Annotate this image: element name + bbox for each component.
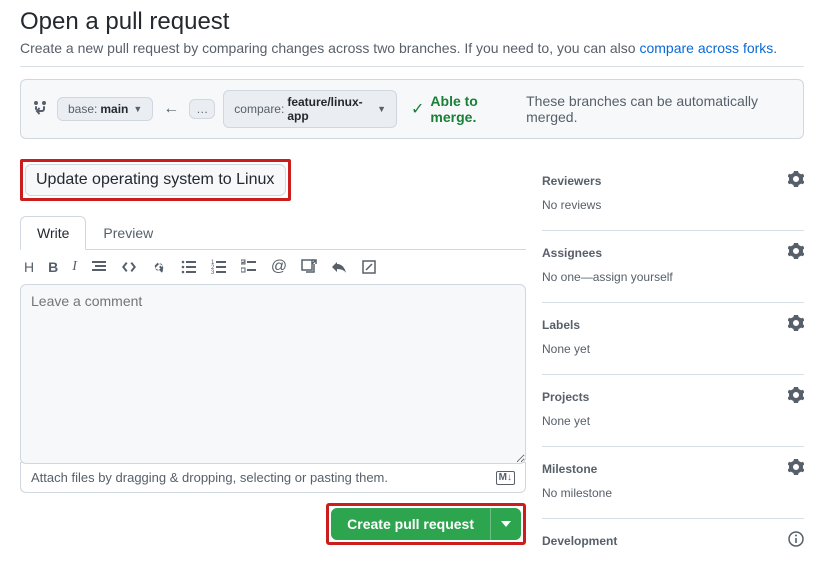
gear-icon[interactable] <box>788 243 804 262</box>
compare-icon <box>33 100 49 119</box>
tab-write[interactable]: Write <box>20 216 86 250</box>
svg-text:3: 3 <box>211 270 215 275</box>
assignees-value: No one—assign yourself <box>542 270 804 284</box>
assign-yourself-link[interactable]: assign yourself <box>593 270 673 284</box>
link-icon[interactable] <box>151 259 167 275</box>
labels-title: Labels <box>542 318 580 332</box>
gear-icon[interactable] <box>788 315 804 334</box>
tab-preview[interactable]: Preview <box>86 216 170 250</box>
check-icon: ✓ <box>411 99 424 119</box>
milestone-value: No milestone <box>542 486 804 500</box>
caret-down-icon: ▼ <box>133 104 142 114</box>
reply-icon[interactable] <box>331 259 347 275</box>
page-subtitle: Create a new pull request by comparing c… <box>20 40 804 67</box>
reviewers-title: Reviewers <box>542 174 601 188</box>
caret-down-icon: ▼ <box>377 104 386 114</box>
ordered-list-icon[interactable]: 123 <box>211 259 227 275</box>
reviewers-value: No reviews <box>542 198 804 212</box>
quote-icon[interactable] <box>91 259 107 275</box>
bold-icon[interactable]: B <box>48 259 58 275</box>
editor-toolbar: H B I 123 @ <box>20 250 526 284</box>
page-title: Open a pull request <box>20 8 804 36</box>
gear-icon[interactable] <box>788 387 804 406</box>
create-pull-request-dropdown[interactable] <box>490 508 521 540</box>
gear-icon[interactable] <box>788 459 804 478</box>
gear-icon[interactable] <box>788 171 804 190</box>
title-highlight-box: Update operating system to Linux <box>20 159 291 201</box>
pr-title-input[interactable]: Update operating system to Linux <box>25 164 286 196</box>
unordered-list-icon[interactable] <box>181 259 197 275</box>
assignees-title: Assignees <box>542 246 602 260</box>
milestone-title: Milestone <box>542 462 597 476</box>
editor-tabs: Write Preview <box>20 215 526 250</box>
diff-icon[interactable] <box>361 259 377 275</box>
projects-title: Projects <box>542 390 589 404</box>
italic-icon[interactable]: I <box>72 259 77 275</box>
merge-status: ✓ Able to merge. These branches can be a… <box>411 93 791 125</box>
base-branch-select[interactable]: base: main▼ <box>57 97 153 121</box>
development-title: Development <box>542 534 617 548</box>
heading-icon[interactable]: H <box>24 259 34 275</box>
cross-ref-icon[interactable] <box>301 259 317 275</box>
create-highlight-box: Create pull request <box>326 503 526 545</box>
comment-textarea[interactable] <box>20 284 526 464</box>
create-pull-request-button[interactable]: Create pull request <box>331 508 490 540</box>
markdown-icon[interactable]: M↓ <box>496 471 515 485</box>
code-icon[interactable] <box>121 259 137 275</box>
sidebar: Reviewers No reviews Assignees No one—as… <box>542 159 804 558</box>
labels-value: None yet <box>542 342 804 356</box>
compare-forks-link[interactable]: compare across forks <box>639 40 773 56</box>
attach-hint-bar[interactable]: Attach files by dragging & dropping, sel… <box>20 462 526 493</box>
task-list-icon[interactable] <box>241 259 257 275</box>
projects-value: None yet <box>542 414 804 428</box>
info-icon[interactable] <box>788 531 804 550</box>
branch-compare-bar: base: main▼ ← … compare: feature/linux-a… <box>20 79 804 139</box>
ellipsis-button[interactable]: … <box>189 99 215 119</box>
compare-branch-select[interactable]: compare: feature/linux-app▼ <box>223 90 397 128</box>
arrow-left-icon: ← <box>163 100 179 118</box>
mention-icon[interactable]: @ <box>271 258 287 276</box>
